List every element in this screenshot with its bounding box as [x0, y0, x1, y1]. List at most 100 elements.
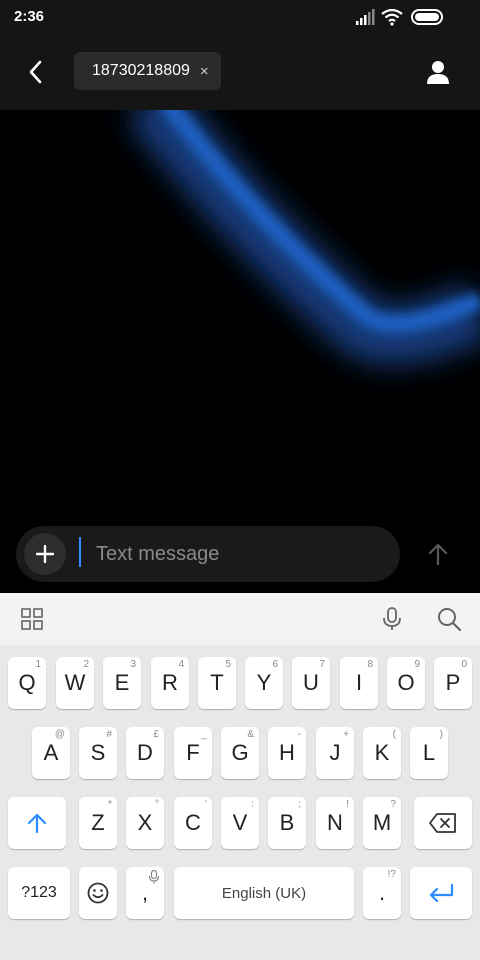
- key-s[interactable]: # S: [79, 727, 117, 779]
- comma-key[interactable]: ,: [126, 867, 164, 919]
- key-e[interactable]: 3E: [103, 657, 141, 709]
- plus-icon: [36, 545, 54, 563]
- key-y[interactable]: 6Y: [245, 657, 283, 709]
- key-hint: !?: [387, 869, 396, 880]
- key-label: P: [445, 670, 461, 695]
- remove-recipient-icon[interactable]: ×: [200, 63, 209, 80]
- key-t[interactable]: 5T: [198, 657, 236, 709]
- key-k[interactable]: (K: [363, 727, 401, 779]
- conversation-header: 18730218809 ×: [0, 34, 480, 110]
- key-label: N: [327, 810, 343, 835]
- shift-key[interactable]: [8, 797, 66, 849]
- key-hint: ;: [298, 799, 301, 810]
- key-label: H: [279, 740, 295, 765]
- enter-key[interactable]: [410, 867, 472, 919]
- key-f[interactable]: _ F: [174, 727, 212, 779]
- key-hint: #: [106, 729, 112, 740]
- key-hint: 5: [225, 659, 231, 670]
- status-bar: 2:36: [0, 0, 480, 34]
- key-label: .: [378, 880, 386, 905]
- key-label: Z: [91, 810, 105, 835]
- key-label: S: [90, 740, 106, 765]
- keyboard-search-button[interactable]: [434, 604, 464, 634]
- recipient-chip[interactable]: 18730218809 ×: [74, 52, 221, 90]
- key-hint: 9: [414, 659, 420, 670]
- key-a[interactable]: @ A: [32, 727, 70, 779]
- key-g[interactable]: & G: [221, 727, 259, 779]
- key-hint: ': [205, 799, 207, 810]
- key-w[interactable]: 2W: [56, 657, 94, 709]
- key-hint: 0: [461, 659, 467, 670]
- key-label: V: [232, 810, 248, 835]
- key-hint: (: [392, 729, 396, 740]
- period-key[interactable]: !?.: [363, 867, 401, 919]
- key-j[interactable]: + J: [316, 727, 354, 779]
- battery-icon: [411, 9, 443, 25]
- key-hint: &: [247, 729, 254, 740]
- microphone-icon: [383, 607, 401, 630]
- key-r[interactable]: 4R: [151, 657, 189, 709]
- key-hint: !: [346, 799, 349, 810]
- key-label: ?123: [21, 884, 57, 901]
- key-q[interactable]: 1Q: [8, 657, 46, 709]
- person-icon: [427, 61, 449, 84]
- key-c[interactable]: ' C: [174, 797, 212, 849]
- key-hint: *: [108, 799, 112, 810]
- key-v[interactable]: :V: [221, 797, 259, 849]
- key-label: X: [137, 810, 153, 835]
- emoji-key[interactable]: [79, 867, 117, 919]
- key-i[interactable]: 8I: [340, 657, 378, 709]
- key-n[interactable]: ! N: [316, 797, 354, 849]
- key-label: M: [372, 810, 392, 835]
- apps-button[interactable]: [17, 604, 47, 634]
- key-hint: -: [297, 729, 301, 740]
- key-hint: £: [153, 729, 159, 740]
- key-label: F: [186, 740, 200, 765]
- key-hint: 7: [319, 659, 325, 670]
- key-hint: 4: [178, 659, 184, 670]
- key-label: C: [185, 810, 201, 835]
- key-h[interactable]: -H: [268, 727, 306, 779]
- back-arrow-icon: [29, 60, 42, 84]
- key-hint: 1: [35, 659, 41, 670]
- message-area: [0, 110, 480, 592]
- key-p[interactable]: 0P: [434, 657, 472, 709]
- key-label: Y: [256, 670, 272, 695]
- signal-icon: [356, 9, 375, 25]
- key-label: English (UK): [221, 884, 307, 902]
- voice-input-button[interactable]: [377, 604, 407, 634]
- key-hint: +: [343, 729, 349, 740]
- status-time: 2:36: [14, 8, 45, 25]
- keyboard: 1Q 2W 3E 4R 5T 6Y 7U 8I 9O 0P @ A # S £ D _…: [0, 645, 480, 960]
- keyboard-toolbar: [0, 593, 480, 646]
- key-m[interactable]: ? M: [363, 797, 401, 849]
- space-key[interactable]: English (UK): [174, 867, 354, 919]
- key-hint: 2: [83, 659, 89, 670]
- message-input[interactable]: [80, 534, 396, 574]
- key-o[interactable]: 9O: [387, 657, 425, 709]
- search-icon: [438, 608, 461, 631]
- backspace-icon: [429, 813, 456, 833]
- key-l[interactable]: ) L: [410, 727, 448, 779]
- key-b[interactable]: ; B: [268, 797, 306, 849]
- key-label: O: [397, 670, 415, 695]
- recipient-number: 18730218809: [92, 62, 190, 79]
- key-z[interactable]: * Z: [79, 797, 117, 849]
- key-label: K: [374, 740, 390, 765]
- key-u[interactable]: 7U: [292, 657, 330, 709]
- contact-button[interactable]: [420, 54, 456, 90]
- symbols-key[interactable]: ?123: [8, 867, 70, 919]
- key-x[interactable]: ° X: [126, 797, 164, 849]
- backspace-key[interactable]: [414, 797, 472, 849]
- back-button[interactable]: [18, 54, 54, 90]
- key-label: Q: [18, 670, 36, 695]
- key-label: W: [64, 670, 86, 695]
- text-caret: [79, 537, 81, 567]
- key-hint: ): [439, 729, 443, 740]
- key-label: D: [137, 740, 153, 765]
- key-d[interactable]: £ D: [126, 727, 164, 779]
- wallpaper-glow: [126, 110, 480, 365]
- send-button[interactable]: [418, 534, 458, 574]
- key-label: J: [329, 740, 341, 765]
- attach-button[interactable]: [24, 533, 66, 575]
